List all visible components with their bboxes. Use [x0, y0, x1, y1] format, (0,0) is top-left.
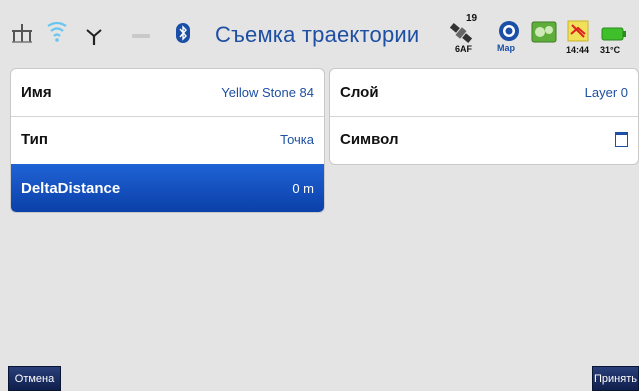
status-bar: Съемка траектории 19 6AF Map 14:44 31°C: [0, 0, 639, 66]
page-title: Съемка траектории: [215, 22, 420, 47]
delta-distance-label: DeltaDistance: [21, 179, 121, 197]
type-label: Тип: [21, 131, 48, 148]
bluetooth-icon[interactable]: [176, 23, 190, 43]
point-properties-panel: Имя Yellow Stone 84 Тип Точка DeltaDista…: [10, 68, 325, 213]
map-label: Map: [497, 43, 515, 53]
symbol-label: Символ: [340, 131, 399, 148]
symbol-preview-icon[interactable]: [615, 132, 628, 147]
signal-icon: [132, 34, 150, 38]
delta-distance-row[interactable]: DeltaDistance 0 m: [11, 164, 324, 212]
wifi-icon[interactable]: [46, 20, 68, 44]
delta-distance-value: 0 m: [292, 180, 314, 196]
cancel-button[interactable]: Отмена: [8, 366, 61, 391]
name-value: Yellow Stone 84: [221, 84, 314, 100]
layers-map-icon[interactable]: [531, 21, 557, 43]
layer-symbol-panel: Слой Layer 0 Символ: [329, 68, 639, 165]
name-row[interactable]: Имя Yellow Stone 84: [11, 69, 324, 115]
layer-value: Layer 0: [584, 84, 628, 100]
temperature: 31°C: [600, 45, 621, 55]
map-mode-icon[interactable]: [498, 20, 520, 42]
battery-icon[interactable]: [601, 27, 627, 41]
layer-label: Слой: [340, 83, 379, 101]
name-label: Имя: [21, 83, 52, 101]
network-icon[interactable]: [10, 22, 34, 44]
clock: 14:44: [566, 45, 590, 55]
accept-button[interactable]: Принять: [592, 366, 639, 391]
type-value: Точка: [280, 132, 314, 147]
layer-row[interactable]: Слой Layer 0: [330, 69, 638, 115]
gps-status-icon[interactable]: [567, 20, 589, 42]
type-row[interactable]: Тип Точка: [11, 116, 324, 162]
satellite-count: 19: [466, 13, 478, 24]
satellite-sub: 6AF: [455, 44, 473, 54]
antenna-icon[interactable]: [86, 28, 102, 46]
symbol-row[interactable]: Символ: [330, 116, 638, 162]
